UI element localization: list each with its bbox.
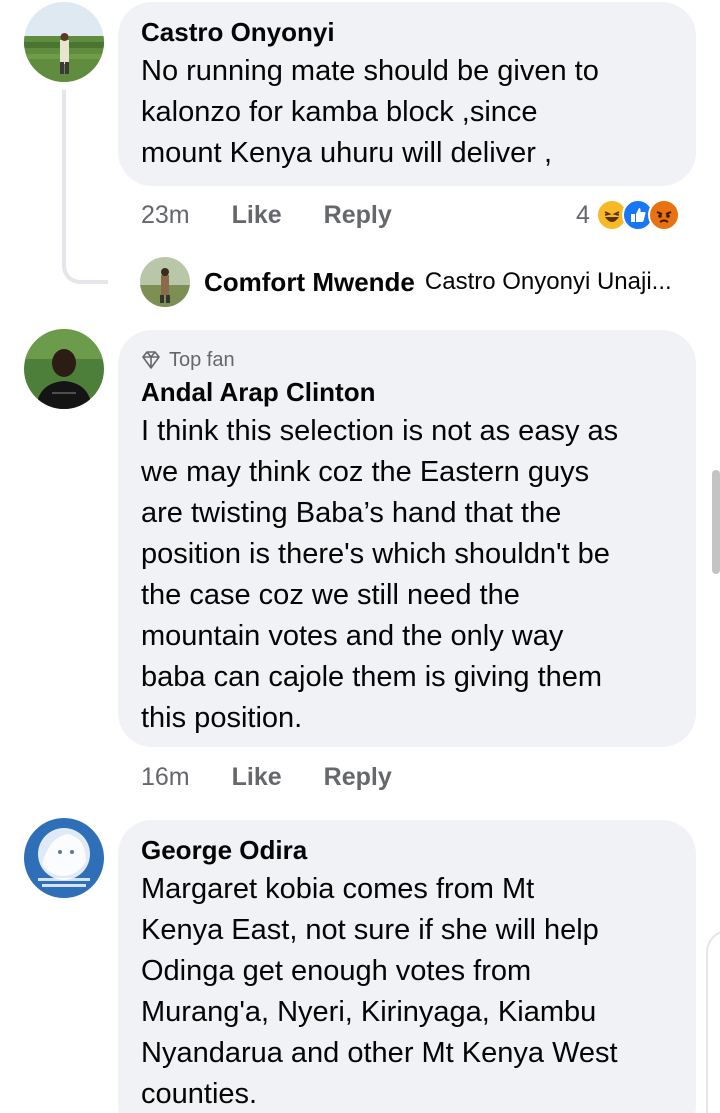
- comment-text-line: Murang'a, Nyeri, Kirinyaga, Kiambu: [141, 996, 597, 1028]
- top-fan-badge: Top fan: [141, 346, 672, 374]
- comment-text-line: I think this selection is not as easy as: [141, 415, 619, 447]
- offscreen-card-edge: [706, 930, 720, 1113]
- comment-text-line: baba can cajole them is giving them: [141, 661, 603, 693]
- comment-author[interactable]: George Odira: [141, 834, 672, 866]
- like-button[interactable]: Like: [232, 201, 282, 230]
- comment-text-line: counties.: [141, 1078, 258, 1110]
- avatar-image: [24, 818, 104, 898]
- comment-bubble[interactable]: George Odira Margaret kobia comes from M…: [118, 820, 696, 1113]
- comment-author[interactable]: Andal Arap Clinton: [141, 376, 672, 408]
- comment-text-line: the case coz we still need the: [141, 579, 520, 611]
- comment-text-line: No running mate should be given to: [141, 55, 599, 87]
- avatar-castro-onyonyi[interactable]: [24, 2, 104, 82]
- avatar-image: [24, 329, 104, 409]
- reaction-summary[interactable]: 4: [576, 197, 680, 233]
- top-fan-label: Top fan: [169, 348, 235, 371]
- reply-snippet: Castro Onyonyi Unaji...: [424, 268, 672, 295]
- avatar-comfort-mwende[interactable]: [140, 257, 190, 307]
- reply-preview[interactable]: Comfort Mwende Castro Onyonyi Unaji...: [204, 266, 672, 298]
- comment-text-line: position is there's which shouldn't be: [141, 538, 610, 570]
- comment-bubble[interactable]: Castro Onyonyi No running mate should be…: [118, 2, 696, 186]
- comment-timestamp[interactable]: 16m: [141, 763, 190, 792]
- comment-text: I think this selection is not as easy as…: [141, 411, 672, 739]
- comment-text-line: Margaret kobia comes from Mt: [141, 873, 535, 905]
- scrollbar-thumb[interactable]: [712, 470, 720, 574]
- comment-text-line: Odinga get enough votes from: [141, 955, 532, 987]
- reply-thread-line: [62, 90, 108, 284]
- avatar-image: [140, 257, 190, 307]
- avatar-andal-arap-clinton[interactable]: [24, 329, 104, 409]
- reply-author[interactable]: Comfort Mwende: [204, 267, 415, 298]
- avatar-image: [24, 2, 104, 82]
- comment-timestamp[interactable]: 23m: [141, 201, 190, 230]
- avatar-george-odira[interactable]: [24, 818, 104, 898]
- comment-actions: 16m Like Reply: [141, 760, 434, 794]
- comment-text-line: Kenya East, not sure if she will help: [141, 914, 599, 946]
- reply-button[interactable]: Reply: [324, 201, 392, 230]
- comment-text-line: Nyandarua and other Mt Kenya West: [141, 1037, 618, 1069]
- reaction-count: 4: [576, 200, 590, 229]
- like-button[interactable]: Like: [232, 763, 282, 792]
- reply-button[interactable]: Reply: [324, 763, 392, 792]
- angry-icon: [647, 199, 680, 231]
- comment-bubble[interactable]: Top fan Andal Arap Clinton I think this …: [118, 330, 696, 747]
- comment-text: Margaret kobia comes from Mt Kenya East,…: [141, 869, 672, 1113]
- comment-text-line: mount Kenya uhuru will deliver ,: [141, 137, 553, 169]
- comments-page: Castro Onyonyi No running mate should be…: [0, 0, 720, 1113]
- comment-text-line: we may think coz the Eastern guys: [141, 456, 590, 488]
- comment-text-line: kalonzo for kamba block ,since: [141, 96, 538, 128]
- diamond-icon: [142, 351, 160, 369]
- comment-text: No running mate should be given to kalon…: [141, 51, 672, 174]
- comment-author[interactable]: Castro Onyonyi: [141, 16, 672, 48]
- comment-text-line: mountain votes and the only way: [141, 620, 564, 652]
- comment-actions: 23m Like Reply: [141, 198, 434, 232]
- comment-text-line: this position.: [141, 702, 303, 734]
- comment-text-line: are twisting Baba’s hand that the: [141, 497, 562, 529]
